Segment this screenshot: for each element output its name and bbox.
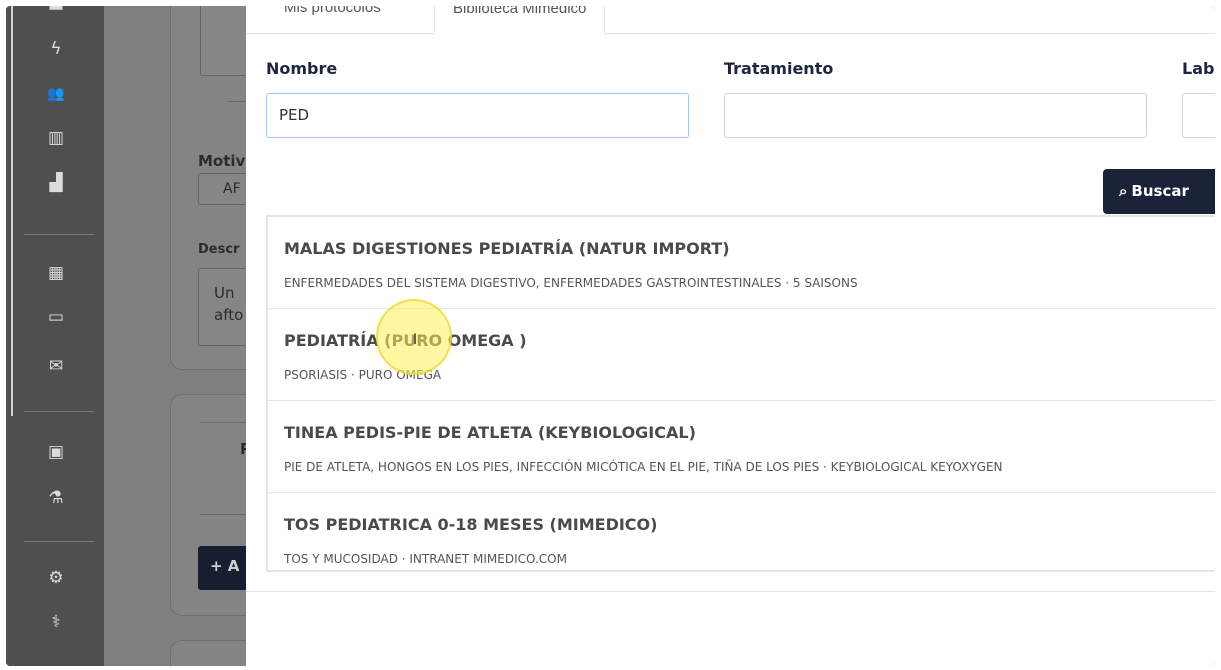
sidebar-divider — [24, 541, 94, 542]
descripcion-label: Descr — [198, 242, 240, 257]
result-item[interactable]: MALAS DIGESTIONES PEDIATRÍA (NATUR IMPOR… — [268, 217, 1215, 309]
sidebar-divider — [24, 234, 94, 235]
sidebar-divider — [24, 411, 94, 412]
result-subtitle: PIE DE ATLETA, HONGOS EN LOS PIES, INFEC… — [284, 460, 1003, 474]
result-subtitle: TOS Y MUCOSIDAD · INTRANET MIMEDICO.COM — [284, 552, 567, 566]
calendar-icon[interactable]: ▦ — [46, 263, 66, 283]
footer-divider — [246, 591, 1215, 592]
search-icon: ⌕ — [1119, 182, 1128, 200]
nombre-input[interactable]: PED — [266, 93, 689, 138]
result-subtitle: ENFERMEDADES DEL SISTEMA DIGESTIVO, ENFE… — [284, 276, 858, 290]
search-button[interactable]: ⌕ Buscar — [1103, 169, 1215, 214]
tratamiento-label: Tratamiento — [724, 59, 834, 78]
laboratorio-label: Lab — [1182, 59, 1215, 78]
tab-mis-protocolos[interactable]: Mis protocolos — [266, 6, 399, 34]
result-title: TINEA PEDIS-PIE DE ATLETA (KEYBIOLOGICAL… — [284, 423, 696, 442]
barcode-icon[interactable]: ▥ — [46, 128, 66, 148]
sidebar-scroll-edge — [11, 6, 13, 416]
sidebar: ▬ ϟ 👥 ▥ ▟ ▦ ▭ ✉ ▣ ⚗ ⚙ ⚕ — [6, 6, 104, 666]
text-cursor-icon: I — [413, 332, 418, 348]
laboratorio-input[interactable] — [1182, 93, 1215, 138]
search-button-label: Buscar — [1131, 182, 1189, 200]
id-card-icon[interactable]: ▣ — [46, 442, 66, 462]
bolt-icon[interactable]: ϟ — [46, 39, 66, 59]
doctor-icon[interactable]: ⚕ — [46, 612, 66, 632]
envelope-icon[interactable]: ✉ — [46, 356, 66, 376]
cogs-icon[interactable]: ⚙ — [46, 568, 66, 588]
tab-bar: Mis protocolos Biblioteca Mimedico — [246, 6, 1215, 34]
users-icon[interactable]: 👥 — [46, 84, 66, 104]
menu-icon[interactable]: ▬ — [46, 6, 66, 16]
credit-card-icon[interactable]: ▭ — [46, 307, 66, 327]
motivo-label: Motiv — [198, 152, 246, 170]
app-window: ▬ ϟ 👥 ▥ ▟ ▦ ▭ ✉ ▣ ⚗ ⚙ ⚕ Motiv AF Descr U… — [6, 6, 1215, 666]
descripcion-text: Un — [214, 284, 235, 302]
result-title: MALAS DIGESTIONES PEDIATRÍA (NATUR IMPOR… — [284, 239, 730, 258]
result-title: TOS PEDIATRICA 0-18 MESES (MIMEDICO) — [284, 515, 658, 534]
flask-icon[interactable]: ⚗ — [46, 488, 66, 508]
tab-biblioteca-mimedico[interactable]: Biblioteca Mimedico — [434, 6, 606, 34]
result-item[interactable]: TOS PEDIATRICA 0-18 MESES (MIMEDICO) TOS… — [268, 493, 1215, 585]
bar-chart-icon[interactable]: ▟ — [46, 173, 66, 193]
descripcion-text: afto — [214, 306, 244, 324]
tratamiento-input[interactable] — [724, 93, 1147, 138]
result-item[interactable]: TINEA PEDIS-PIE DE ATLETA (KEYBIOLOGICAL… — [268, 401, 1215, 493]
results-list: MALAS DIGESTIONES PEDIATRÍA (NATUR IMPOR… — [266, 215, 1215, 572]
nombre-label: Nombre — [266, 59, 338, 78]
